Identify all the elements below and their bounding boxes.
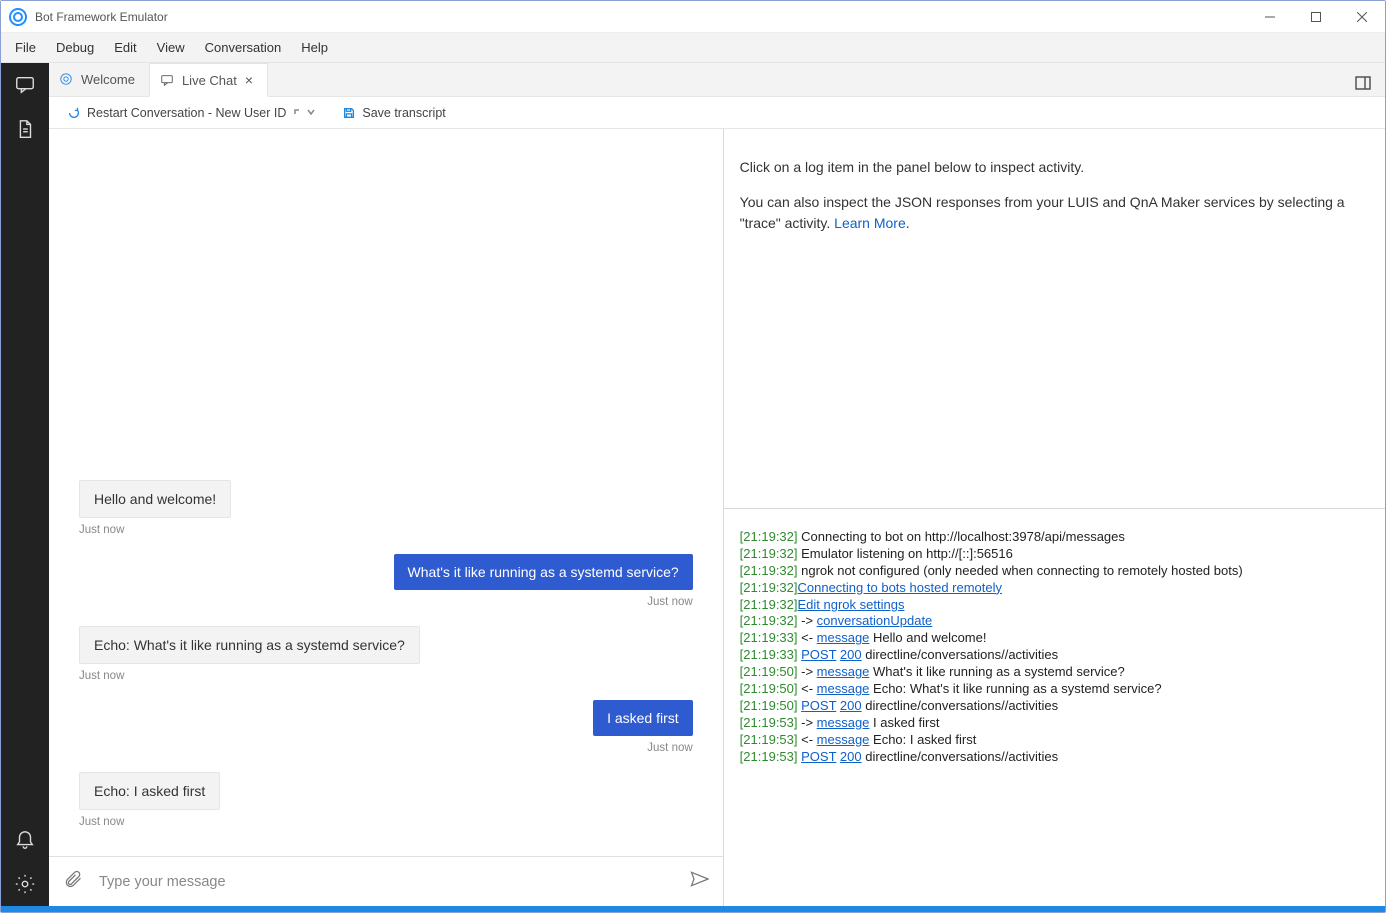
log-link[interactable]: POST	[801, 749, 836, 764]
log-line[interactable]: [21:19:32] Connecting to bot on http://l…	[740, 529, 1369, 546]
restart-conversation-button[interactable]: Restart Conversation - New User ID	[67, 106, 316, 120]
menu-view[interactable]: View	[147, 36, 195, 59]
chevron-down-icon	[292, 106, 316, 120]
bot-message[interactable]: Echo: What's it like running as a system…	[79, 626, 693, 682]
tab-live-chat[interactable]: Live Chat ×	[149, 63, 268, 97]
menu-edit[interactable]: Edit	[104, 36, 146, 59]
bot-message[interactable]: Echo: I asked first Just now	[79, 772, 693, 828]
log-line[interactable]: [21:19:50] -> message What's it like run…	[740, 664, 1369, 681]
log-line[interactable]: [21:19:53] POST 200 directline/conversat…	[740, 749, 1369, 766]
log-link[interactable]: message	[817, 715, 870, 730]
live-chat-toolbar: Restart Conversation - New User ID Save …	[49, 97, 1385, 129]
chat-input[interactable]	[97, 873, 675, 891]
log-line[interactable]: [21:19:33] <- message Hello and welcome!	[740, 630, 1369, 647]
log-line[interactable]: [21:19:32] ngrok not configured (only ne…	[740, 563, 1369, 580]
menu-conversation[interactable]: Conversation	[195, 36, 292, 59]
status-bar	[1, 906, 1385, 912]
menubar: FileDebugEditViewConversationHelp	[1, 33, 1385, 63]
message-timestamp: Just now	[647, 742, 692, 754]
left-rail	[1, 63, 49, 906]
message-timestamp: Just now	[79, 524, 124, 536]
log-panel[interactable]: [21:19:32] Connecting to bot on http://l…	[724, 509, 1385, 906]
log-link[interactable]: conversationUpdate	[817, 613, 933, 628]
log-line[interactable]: [21:19:32]Edit ngrok settings	[740, 597, 1369, 614]
log-line[interactable]: [21:19:32]Connecting to bots hosted remo…	[740, 580, 1369, 597]
close-window-button[interactable]	[1339, 1, 1385, 33]
log-link[interactable]: message	[817, 664, 870, 679]
message-bubble: Echo: What's it like running as a system…	[79, 626, 420, 664]
right-panel: Click on a log item in the panel below t…	[724, 129, 1385, 906]
chat-log[interactable]: Hello and welcome! Just now What's it like…	[49, 129, 723, 856]
menu-debug[interactable]: Debug	[46, 36, 104, 59]
send-icon[interactable]	[689, 869, 709, 894]
titlebar: Bot Framework Emulator	[1, 1, 1385, 33]
message-timestamp: Just now	[79, 670, 124, 682]
message-bubble: What's it like running as a systemd serv…	[394, 554, 693, 590]
rail-chat-button[interactable]	[1, 63, 49, 107]
close-icon[interactable]: ×	[245, 72, 253, 88]
user-message[interactable]: I asked first Just now	[79, 700, 693, 754]
inspector-panel: Click on a log item in the panel below t…	[724, 129, 1385, 509]
log-line[interactable]: [21:19:50] POST 200 directline/conversat…	[740, 698, 1369, 715]
rail-settings-button[interactable]	[1, 862, 49, 906]
log-line[interactable]: [21:19:50] <- message Echo: What's it li…	[740, 681, 1369, 698]
log-link[interactable]: Edit ngrok settings	[798, 597, 905, 612]
bot-message[interactable]: Hello and welcome! Just now	[79, 480, 693, 536]
message-bubble: I asked first	[593, 700, 693, 736]
rail-resources-button[interactable]	[1, 107, 49, 151]
save-transcript-button[interactable]: Save transcript	[342, 106, 445, 120]
log-link[interactable]: message	[817, 681, 870, 696]
rail-notifications-button[interactable]	[1, 818, 49, 862]
minimize-button[interactable]	[1247, 1, 1293, 33]
message-timestamp: Just now	[647, 596, 692, 608]
menu-file[interactable]: File	[5, 36, 46, 59]
menu-help[interactable]: Help	[291, 36, 338, 59]
log-link[interactable]: POST	[801, 698, 836, 713]
log-link[interactable]: Connecting to bots hosted remotely	[798, 580, 1003, 595]
log-link[interactable]: POST	[801, 647, 836, 662]
tab-welcome[interactable]: Welcome	[49, 62, 149, 96]
log-line[interactable]: [21:19:32] Emulator listening on http://…	[740, 546, 1369, 563]
tab-label: Live Chat	[182, 73, 237, 88]
chat-panel: Hello and welcome! Just now What's it like…	[49, 129, 724, 906]
log-line[interactable]: [21:19:33] POST 200 directline/conversat…	[740, 647, 1369, 664]
learn-more-link[interactable]: Learn More	[834, 215, 906, 231]
save-transcript-label: Save transcript	[362, 106, 445, 120]
log-line[interactable]: [21:19:32] -> conversationUpdate	[740, 613, 1369, 630]
message-bubble: Hello and welcome!	[79, 480, 231, 518]
message-timestamp: Just now	[79, 816, 124, 828]
log-link[interactable]: 200	[840, 749, 862, 764]
tab-label: Welcome	[81, 72, 135, 87]
chat-input-bar	[49, 856, 723, 906]
log-link[interactable]: message	[817, 732, 870, 747]
inspector-hint-2: You can also inspect the JSON responses …	[740, 192, 1369, 234]
log-line[interactable]: [21:19:53] <- message Echo: I asked firs…	[740, 732, 1369, 749]
log-line[interactable]: [21:19:53] -> message I asked first	[740, 715, 1369, 732]
message-bubble: Echo: I asked first	[79, 772, 220, 810]
app-title: Bot Framework Emulator	[35, 10, 168, 24]
restart-conversation-label: Restart Conversation - New User ID	[87, 106, 286, 120]
panel-layout-button[interactable]	[1341, 75, 1385, 96]
attach-icon[interactable]	[63, 869, 83, 894]
maximize-button[interactable]	[1293, 1, 1339, 33]
user-message[interactable]: What's it like running as a systemd serv…	[79, 554, 693, 608]
inspector-hint-1: Click on a log item in the panel below t…	[740, 157, 1369, 178]
app-icon	[9, 8, 27, 26]
log-link[interactable]: 200	[840, 698, 862, 713]
tab-strip: Welcome Live Chat ×	[49, 63, 1385, 97]
log-link[interactable]: message	[817, 630, 870, 645]
log-link[interactable]: 200	[840, 647, 862, 662]
